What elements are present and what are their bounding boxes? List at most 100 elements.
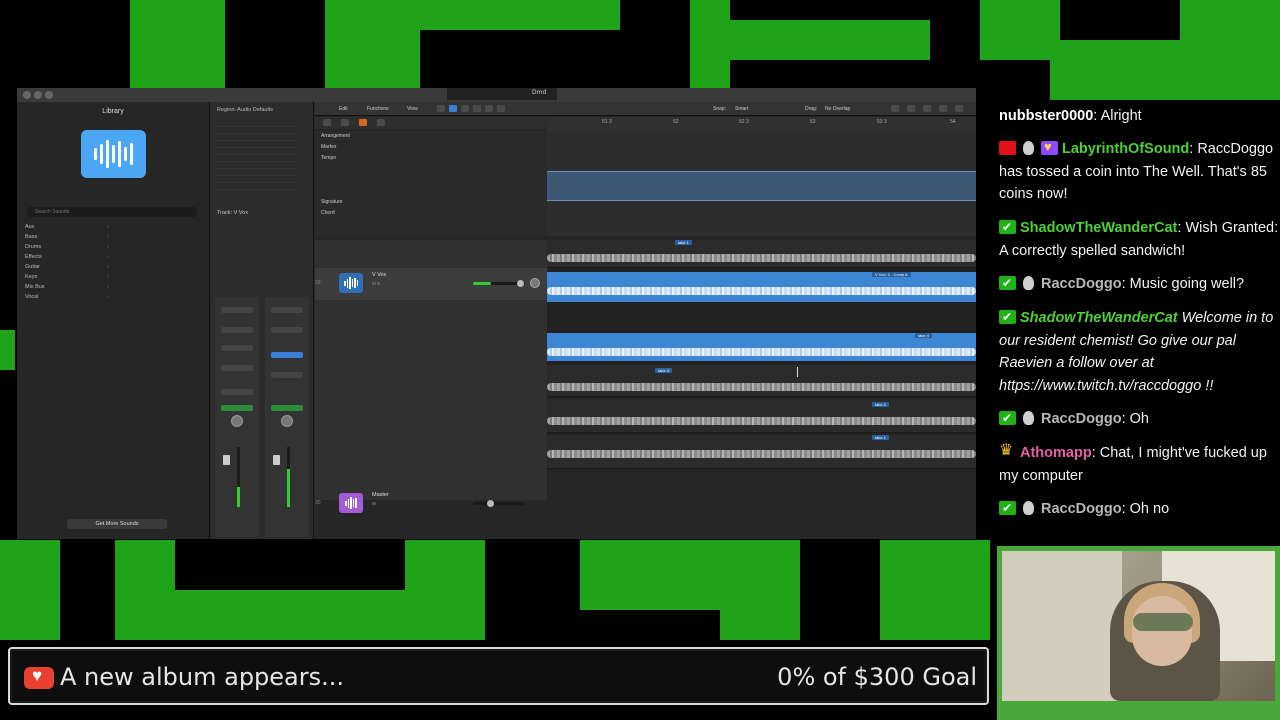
region-comp[interactable]: V Vox: 3 - Comp A bbox=[547, 272, 976, 302]
tempo-lane[interactable] bbox=[547, 171, 976, 201]
maze-block bbox=[1050, 40, 1280, 100]
get-more-sounds-button[interactable]: Get More Sounds bbox=[67, 519, 167, 529]
toolbar-button[interactable] bbox=[891, 105, 899, 112]
global-track-chord[interactable]: Chord bbox=[321, 210, 335, 216]
track-volume-slider[interactable] bbox=[473, 280, 525, 287]
webcam-face bbox=[1132, 596, 1192, 666]
toolbar-button[interactable] bbox=[377, 119, 385, 126]
toolbar-button[interactable] bbox=[437, 105, 445, 112]
chat-username[interactable]: LabyrinthOfSound bbox=[1062, 141, 1189, 157]
audio-fx-slot[interactable] bbox=[221, 365, 253, 371]
track-volume-slider[interactable] bbox=[473, 500, 525, 507]
sends-slot[interactable] bbox=[221, 389, 253, 395]
lane-empty[interactable] bbox=[547, 302, 976, 332]
track-name[interactable]: V Vox bbox=[372, 272, 386, 278]
toolbar-button[interactable] bbox=[955, 105, 963, 112]
region-label[interactable]: take 2 bbox=[872, 402, 889, 407]
window-minimize-button[interactable] bbox=[34, 91, 42, 99]
track-header-master[interactable]: 30 Master M bbox=[315, 488, 547, 520]
toolbar-button[interactable] bbox=[939, 105, 947, 112]
ghost-badge-icon bbox=[1020, 141, 1037, 155]
library-item[interactable]: Aux bbox=[25, 222, 115, 232]
library-item[interactable]: Keys bbox=[25, 272, 115, 282]
toolbar-button[interactable] bbox=[923, 105, 931, 112]
lane-take[interactable]: take 1 bbox=[547, 240, 976, 268]
drag-select[interactable]: No Overlap bbox=[825, 106, 850, 112]
sends-slot[interactable] bbox=[271, 372, 303, 378]
library-item[interactable]: Mix Bus bbox=[25, 282, 115, 292]
toolbar-button[interactable] bbox=[359, 119, 367, 126]
region-label[interactable]: take 1 bbox=[675, 240, 692, 245]
region-label[interactable]: take 3 bbox=[655, 368, 672, 373]
drag-label: Drag: bbox=[805, 106, 818, 112]
lane-take-3[interactable]: take 3 bbox=[547, 365, 976, 397]
volume-fader[interactable] bbox=[273, 455, 280, 465]
volume-fader[interactable] bbox=[223, 455, 230, 465]
chat-username[interactable]: Athomapp bbox=[1020, 445, 1092, 461]
maze-block bbox=[130, 0, 225, 88]
setting-slot[interactable] bbox=[271, 307, 303, 313]
ruler-mark: 53 bbox=[810, 119, 816, 125]
window-zoom-button[interactable] bbox=[45, 91, 53, 99]
eq-slot[interactable] bbox=[221, 327, 253, 333]
global-track-tempo[interactable]: Tempo bbox=[321, 155, 336, 161]
add-track-button[interactable] bbox=[323, 119, 331, 126]
region-label[interactable]: take 1 bbox=[872, 435, 889, 440]
lane-master[interactable] bbox=[547, 472, 976, 530]
audio-fx-slot[interactable] bbox=[271, 352, 303, 358]
library-category-list: Aux Bass Drums Effects Guitar Keys Mix B… bbox=[25, 222, 115, 302]
view-menu[interactable]: View bbox=[407, 106, 418, 112]
webcam-mask bbox=[1133, 613, 1193, 631]
region-label[interactable]: V Vox: 3 - Comp A bbox=[872, 272, 911, 277]
region-label[interactable]: take 4 bbox=[915, 333, 932, 338]
lane-take-1[interactable]: take 1 bbox=[547, 435, 976, 469]
chat-username[interactable]: nubbster0000 bbox=[999, 108, 1093, 124]
toolbar-button[interactable] bbox=[907, 105, 915, 112]
input-slot[interactable] bbox=[221, 345, 253, 351]
toolbar-button[interactable] bbox=[497, 105, 505, 112]
inspector-region-header[interactable]: Region: Audio Defaults bbox=[217, 107, 273, 113]
pan-knob[interactable] bbox=[281, 415, 293, 427]
toolbar-button[interactable] bbox=[473, 105, 481, 112]
maze-block bbox=[720, 540, 800, 640]
track-name[interactable]: Master bbox=[372, 492, 389, 498]
edit-menu[interactable]: Edit bbox=[339, 106, 348, 112]
global-tracks-header: Arrangement Marker Tempo Signature Chord bbox=[315, 131, 547, 236]
mute-button[interactable]: M bbox=[372, 501, 376, 506]
lane-take-2[interactable]: take 2 bbox=[547, 399, 976, 433]
mute-solo-buttons[interactable]: M S bbox=[372, 281, 380, 286]
chat-message: RaccDoggo: Oh no bbox=[999, 497, 1279, 521]
chat-username[interactable]: RaccDoggo bbox=[1041, 411, 1122, 427]
library-item[interactable]: Effects bbox=[25, 252, 115, 262]
track-pan-knob[interactable] bbox=[530, 278, 540, 288]
chat-username[interactable]: ShadowTheWanderCat bbox=[1020, 220, 1177, 236]
library-search-input[interactable]: Search Sounds bbox=[27, 207, 197, 217]
library-item[interactable]: Drums bbox=[25, 242, 115, 252]
toolbar-button[interactable] bbox=[461, 105, 469, 112]
inspector-track-header[interactable]: Track: V Vox bbox=[217, 210, 248, 216]
eq-slot[interactable] bbox=[271, 327, 303, 333]
global-track-marker[interactable]: Marker bbox=[321, 144, 337, 150]
ruler-mark: 54 bbox=[950, 119, 956, 125]
output-slot[interactable] bbox=[221, 405, 253, 411]
snap-select[interactable]: Smart bbox=[735, 106, 748, 112]
library-item[interactable]: Vocal bbox=[25, 292, 115, 302]
chat-username[interactable]: ShadowTheWanderCat bbox=[1020, 310, 1178, 326]
functions-menu[interactable]: Functions bbox=[367, 106, 389, 112]
library-item[interactable]: Bass bbox=[25, 232, 115, 242]
track-header-vox[interactable]: 29 V Vox M S bbox=[315, 268, 547, 300]
window-close-button[interactable] bbox=[23, 91, 31, 99]
global-track-signature[interactable]: Signature bbox=[321, 199, 342, 205]
pan-knob[interactable] bbox=[231, 415, 243, 427]
timeline-ruler[interactable]: 51 3 52 52 3 53 53 3 54 bbox=[547, 117, 976, 131]
chat-username[interactable]: RaccDoggo bbox=[1041, 501, 1122, 517]
toolbar-button[interactable] bbox=[449, 105, 457, 112]
toolbar-button[interactable] bbox=[485, 105, 493, 112]
library-item[interactable]: Guitar bbox=[25, 262, 115, 272]
region-take-4[interactable]: take 4 bbox=[547, 333, 976, 361]
global-track-arrangement[interactable]: Arrangement bbox=[321, 133, 350, 139]
chat-username[interactable]: RaccDoggo bbox=[1041, 276, 1122, 292]
toolbar-button[interactable] bbox=[341, 119, 349, 126]
output-slot[interactable] bbox=[271, 405, 303, 411]
setting-slot[interactable] bbox=[221, 307, 253, 313]
